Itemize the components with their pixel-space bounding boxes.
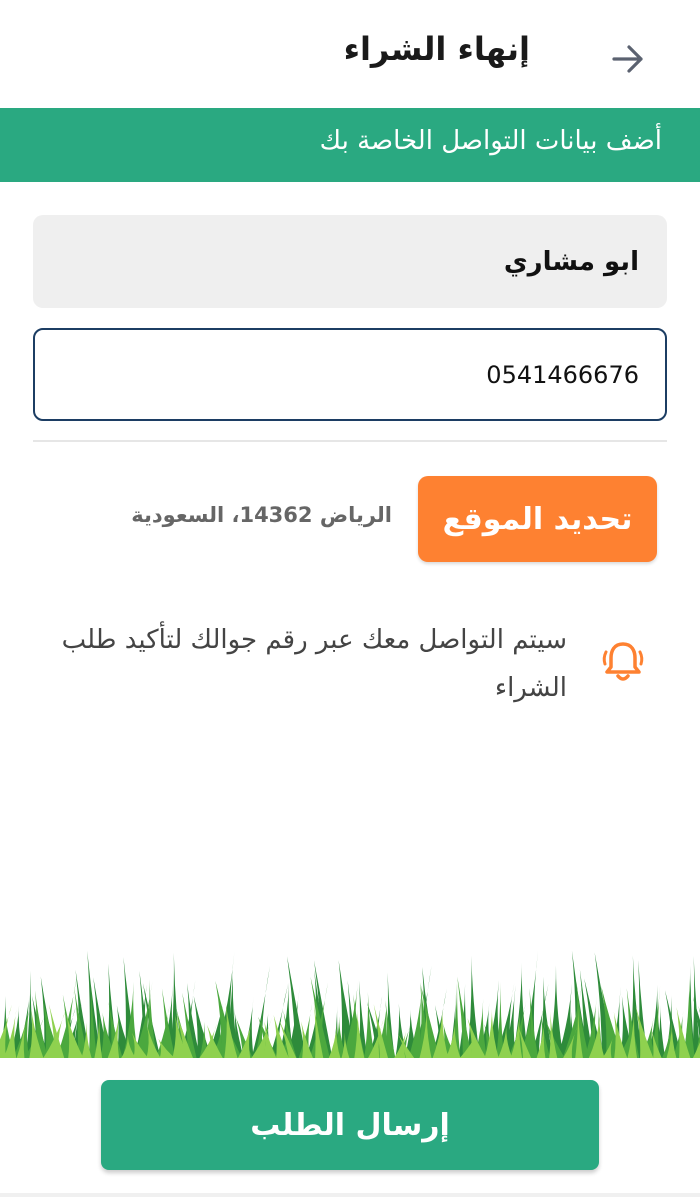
banner-text: أضف بيانات التواصل الخاصة بك [319, 126, 662, 156]
page-title: إنهاء الشراء [343, 30, 530, 68]
info-banner: أضف بيانات التواصل الخاصة بك [0, 108, 700, 182]
location-address: الرياض 14362، السعودية [131, 503, 392, 527]
bell-icon [602, 642, 644, 681]
divider [33, 440, 667, 442]
app-bar: إنهاء الشراء [0, 0, 700, 108]
set-location-button[interactable]: تحديد الموقع [418, 476, 657, 562]
phone-value: 0541466676 [486, 360, 639, 389]
name-field[interactable]: ابو مشاري [33, 215, 667, 308]
submit-order-button[interactable]: إرسال الطلب [101, 1080, 599, 1170]
arrow-right-icon [612, 45, 643, 73]
grass-illustration [0, 950, 700, 1060]
name-value: ابو مشاري [503, 246, 639, 277]
back-button[interactable] [600, 36, 656, 82]
phone-field[interactable]: 0541466676 [33, 328, 667, 421]
bottom-divider [0, 1193, 700, 1197]
notice-text: سيتم التواصل معك عبر رقم جوالك لتأكيد طل… [61, 625, 567, 703]
